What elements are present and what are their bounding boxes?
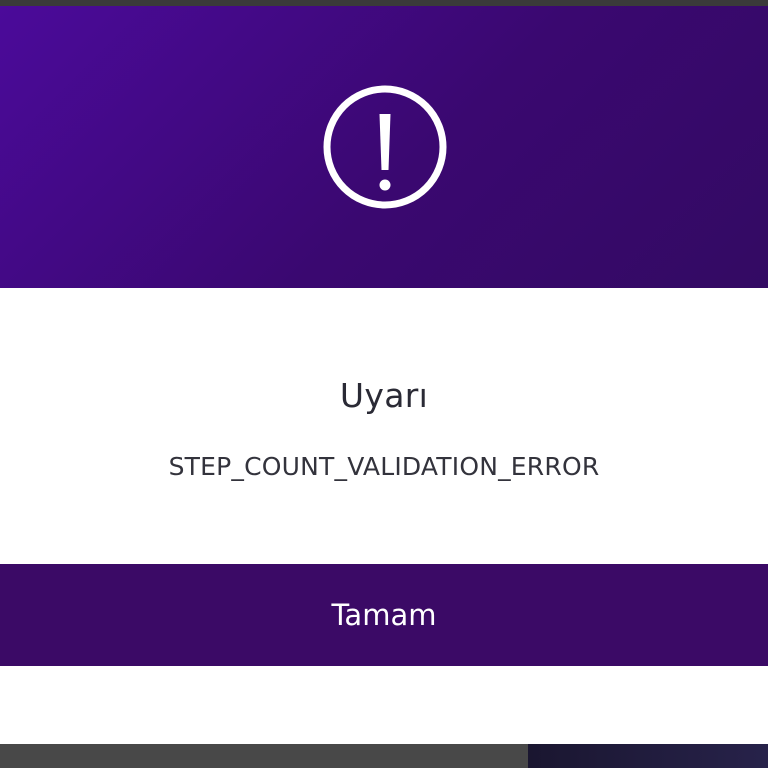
page: Uyarı STEP_COUNT_VALIDATION_ERROR Tamam bbox=[0, 0, 768, 768]
exclamation-circle-icon bbox=[323, 85, 447, 209]
dialog-title: Uyarı bbox=[339, 376, 429, 415]
dialog-message: STEP_COUNT_VALIDATION_ERROR bbox=[168, 452, 600, 481]
backdrop-bottom-corner bbox=[528, 744, 768, 768]
confirm-button[interactable]: Tamam bbox=[0, 564, 768, 666]
dialog-body: Uyarı STEP_COUNT_VALIDATION_ERROR bbox=[0, 288, 768, 564]
dialog-header bbox=[0, 6, 768, 288]
dialog-footer-space bbox=[0, 666, 768, 744]
backdrop-bottom-strip bbox=[0, 744, 528, 768]
